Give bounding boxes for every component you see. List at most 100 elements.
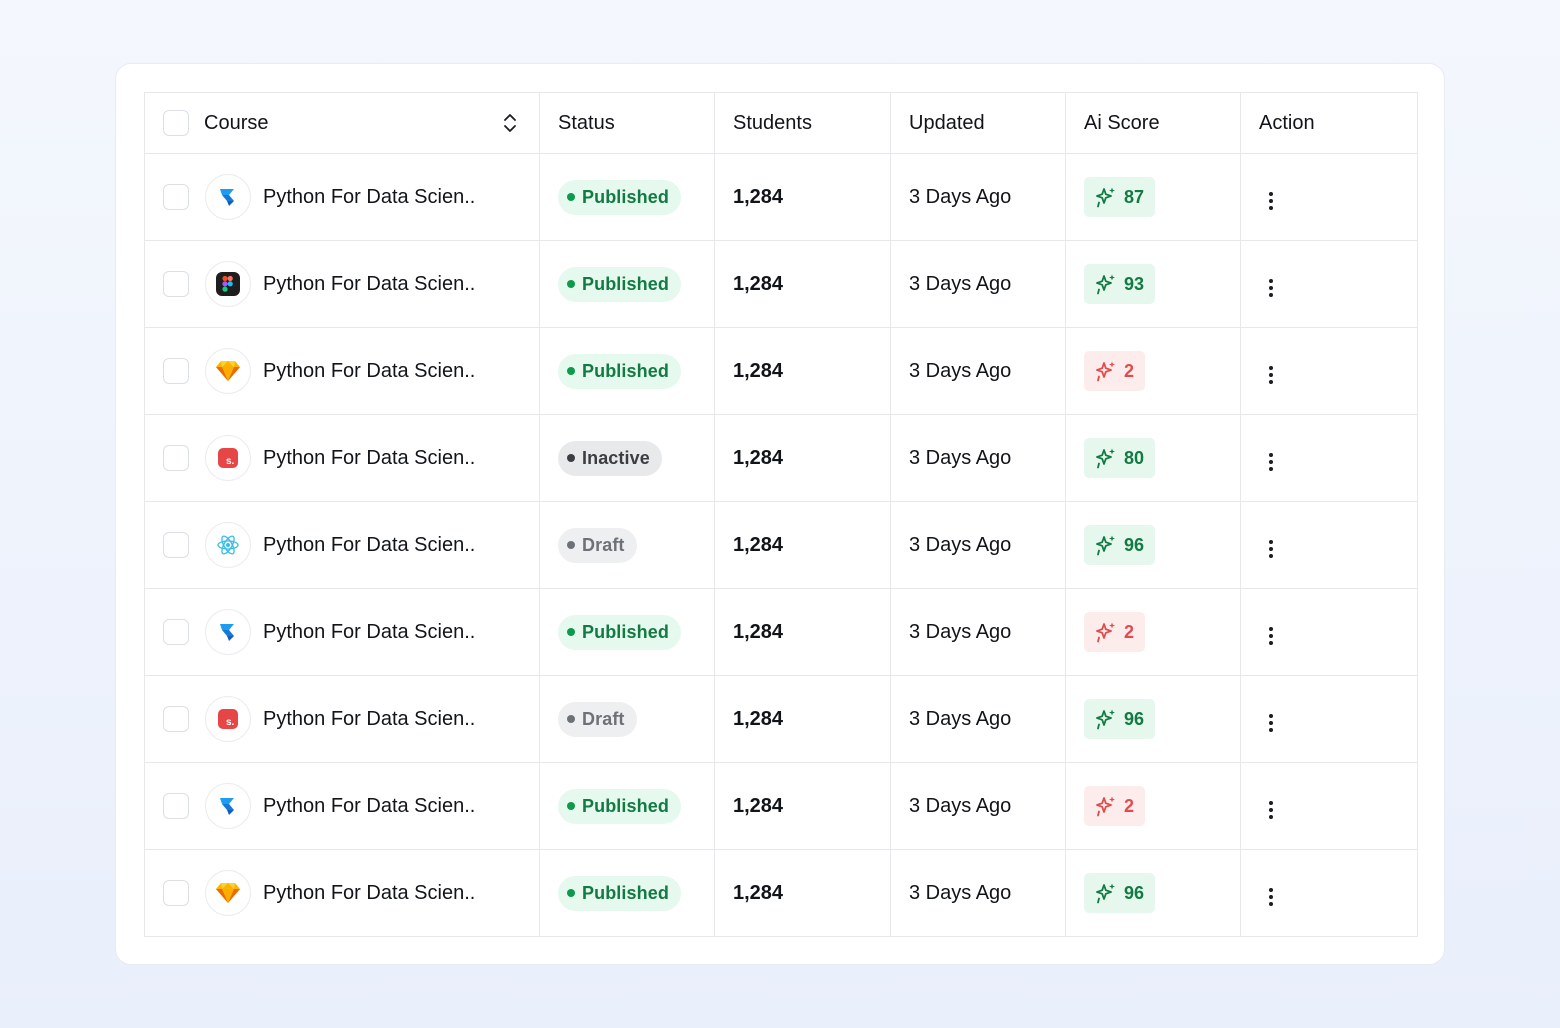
status-dot [567, 193, 575, 201]
table-header-row: Course Status Students Updated Ai Score … [144, 92, 1418, 154]
row-checkbox[interactable] [163, 706, 189, 732]
action-cell [1240, 849, 1418, 937]
status-cell: Inactive [539, 414, 715, 502]
status-cell: Published [539, 588, 715, 676]
ai-score-badge: 2 [1084, 786, 1146, 826]
row-checkbox[interactable] [163, 619, 189, 645]
more-options-icon[interactable] [1259, 708, 1283, 738]
table-row[interactable]: Python For Data Scien.. Published 1,284 … [144, 240, 1418, 328]
row-checkbox[interactable] [163, 793, 189, 819]
action-cell [1240, 501, 1418, 589]
ai-score-value: 87 [1124, 186, 1145, 207]
ai-score-value: 2 [1124, 360, 1135, 381]
status-cell: Published [539, 153, 715, 241]
status-dot [567, 541, 575, 549]
action-cell [1240, 153, 1418, 241]
table-row[interactable]: Python For Data Scien.. Published 1,284 … [144, 762, 1418, 850]
course-cell: Python For Data Scien.. [144, 588, 540, 676]
row-checkbox[interactable] [163, 880, 189, 906]
status-dot [567, 715, 575, 723]
status-badge: Published [558, 614, 681, 650]
course-name[interactable]: Python For Data Scien.. [263, 708, 475, 731]
students-cell: 1,284 [714, 153, 891, 241]
course-cell: Python For Data Scien.. [144, 762, 540, 850]
table-row[interactable]: s. Python For Data Scien.. Inactive 1,28… [144, 414, 1418, 502]
more-options-icon[interactable] [1259, 360, 1283, 390]
course-name[interactable]: Python For Data Scien.. [263, 882, 475, 905]
row-checkbox[interactable] [163, 271, 189, 297]
ai-score-column-header: Ai Score [1065, 92, 1241, 154]
status-label: Published [582, 186, 669, 207]
sparkle-icon [1096, 535, 1115, 556]
action-column-header: Action [1240, 92, 1418, 154]
ai-score-value: 96 [1124, 882, 1145, 903]
status-badge: Published [558, 788, 681, 824]
table-row[interactable]: Python For Data Scien.. Published 1,284 … [144, 327, 1418, 415]
select-all-checkbox[interactable] [163, 110, 189, 136]
course-name[interactable]: Python For Data Scien.. [263, 447, 475, 470]
status-badge: Draft [558, 527, 637, 563]
course-cell: Python For Data Scien.. [144, 153, 540, 241]
course-name[interactable]: Python For Data Scien.. [263, 360, 475, 383]
students-cell: 1,284 [714, 240, 891, 328]
sparkle-icon [1096, 448, 1115, 469]
table-row[interactable]: s. Python For Data Scien.. Draft 1,284 3… [144, 675, 1418, 763]
course-column-header: Course [144, 92, 540, 154]
course-logo [205, 783, 251, 829]
status-label: Published [582, 882, 669, 903]
row-checkbox[interactable] [163, 184, 189, 210]
students-column-header: Students [714, 92, 891, 154]
sparkle-icon [1096, 709, 1115, 730]
more-options-icon[interactable] [1259, 273, 1283, 303]
row-checkbox[interactable] [163, 532, 189, 558]
courses-table: Course Status Students Updated Ai Score … [144, 92, 1418, 937]
course-cell: s. Python For Data Scien.. [144, 675, 540, 763]
sort-icon[interactable] [499, 110, 521, 136]
course-name[interactable]: Python For Data Scien.. [263, 273, 475, 296]
course-logo [205, 609, 251, 655]
more-options-icon[interactable] [1259, 795, 1283, 825]
status-cell: Draft [539, 675, 715, 763]
sketch-icon [216, 361, 240, 381]
row-checkbox[interactable] [163, 358, 189, 384]
table-row[interactable]: Python For Data Scien.. Published 1,284 … [144, 588, 1418, 676]
course-name[interactable]: Python For Data Scien.. [263, 534, 475, 557]
course-logo [205, 261, 251, 307]
react-icon [217, 535, 239, 555]
course-cell: Python For Data Scien.. [144, 849, 540, 937]
updated-cell: 3 Days Ago [890, 327, 1066, 415]
course-name[interactable]: Python For Data Scien.. [263, 621, 475, 644]
table-row[interactable]: Python For Data Scien.. Published 1,284 … [144, 849, 1418, 937]
course-logo: s. [205, 696, 251, 742]
updated-cell: 3 Days Ago [890, 240, 1066, 328]
more-options-icon[interactable] [1259, 447, 1283, 477]
table-row[interactable]: Python For Data Scien.. Draft 1,284 3 Da… [144, 501, 1418, 589]
updated-cell: 3 Days Ago [890, 849, 1066, 937]
more-options-icon[interactable] [1259, 534, 1283, 564]
more-options-icon[interactable] [1259, 621, 1283, 651]
status-label: Published [582, 360, 669, 381]
more-options-icon[interactable] [1259, 882, 1283, 912]
status-dot [567, 628, 575, 636]
ai-score-cell: 2 [1065, 588, 1241, 676]
status-badge: Published [558, 266, 681, 302]
course-logo [205, 522, 251, 568]
row-checkbox[interactable] [163, 445, 189, 471]
updated-cell: 3 Days Ago [890, 588, 1066, 676]
more-options-icon[interactable] [1259, 186, 1283, 216]
ai-score-cell: 87 [1065, 153, 1241, 241]
ai-score-badge: 96 [1084, 525, 1156, 565]
ai-score-cell: 96 [1065, 501, 1241, 589]
status-label: Published [582, 273, 669, 294]
students-cell: 1,284 [714, 849, 891, 937]
course-name[interactable]: Python For Data Scien.. [263, 795, 475, 818]
course-name[interactable]: Python For Data Scien.. [263, 186, 475, 209]
ai-score-badge: 96 [1084, 699, 1156, 739]
status-dot [567, 280, 575, 288]
ai-score-badge: 2 [1084, 612, 1146, 652]
students-cell: 1,284 [714, 762, 891, 850]
status-label: Published [582, 795, 669, 816]
ai-score-value: 96 [1124, 534, 1145, 555]
sparkle-icon [1096, 883, 1115, 904]
table-row[interactable]: Python For Data Scien.. Published 1,284 … [144, 153, 1418, 241]
